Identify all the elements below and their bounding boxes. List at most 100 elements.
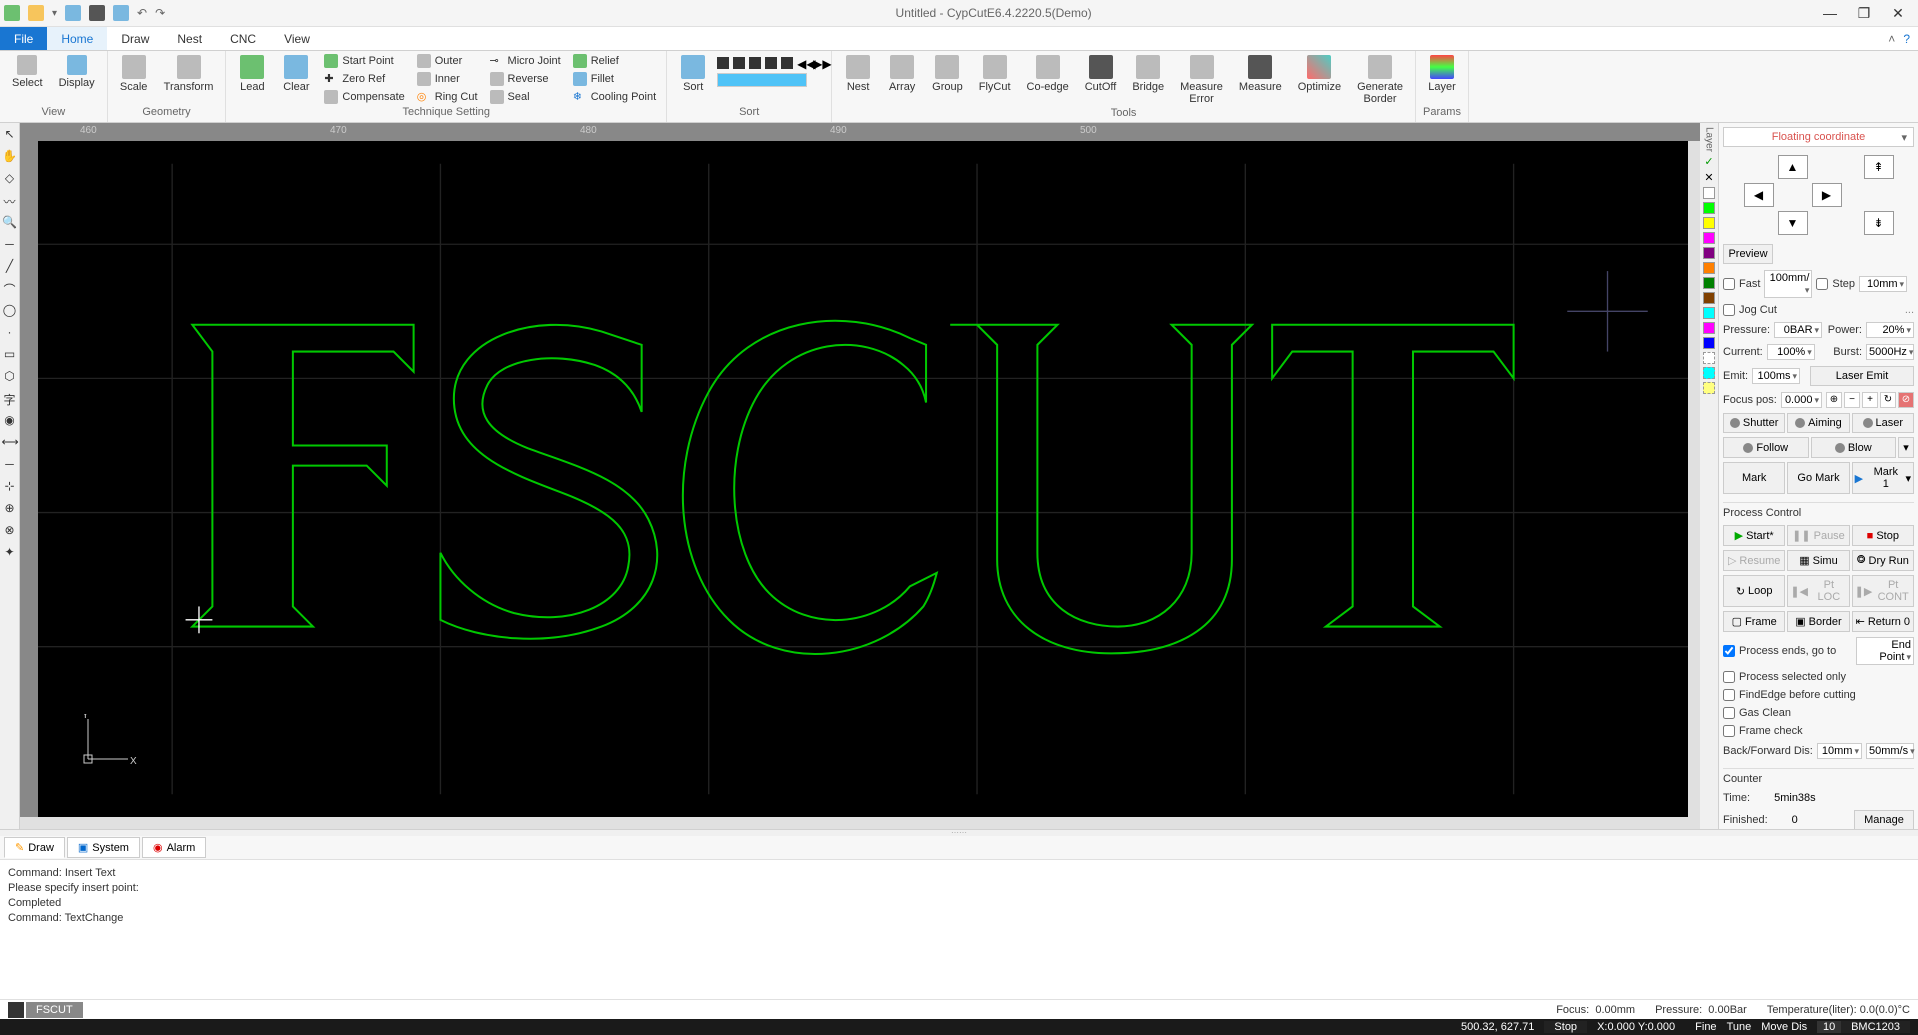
redo-icon[interactable]: ↷	[155, 6, 165, 20]
tab-draw[interactable]: Draw	[107, 27, 163, 50]
move-dis-input[interactable]	[1817, 1021, 1841, 1033]
layer-swatch[interactable]	[1703, 292, 1715, 304]
measure-error-button[interactable]: Measure Error	[1174, 53, 1229, 107]
cooling-point-button[interactable]: ❄Cooling Point	[569, 89, 660, 105]
preview-button[interactable]: Preview	[1723, 244, 1773, 264]
tool-zoom[interactable]: 🔍	[2, 215, 18, 231]
layer-swatch[interactable]	[1703, 262, 1715, 274]
log-tab-system[interactable]: ▣System	[67, 837, 140, 858]
tab-file[interactable]: File	[0, 27, 47, 50]
layer-swatch[interactable]	[1703, 232, 1715, 244]
pt-cont-button[interactable]: ❚▶ Pt CONT	[1852, 575, 1914, 607]
resume-button[interactable]: ▷ Resume	[1723, 550, 1785, 571]
focus-btn-3[interactable]: +	[1862, 392, 1878, 408]
layer-swatch[interactable]	[1703, 382, 1715, 394]
save-icon[interactable]	[89, 5, 105, 21]
cutoff-button[interactable]: CutOff	[1079, 53, 1123, 95]
tool-select[interactable]: ↖	[2, 127, 18, 143]
return0-button[interactable]: ⇤ Return 0	[1852, 611, 1914, 632]
jog-up[interactable]: ▲	[1778, 155, 1808, 179]
shutter-button[interactable]: Shutter	[1723, 413, 1785, 433]
jog-right[interactable]: ▶	[1812, 183, 1842, 207]
tool-snap3[interactable]: ⊗	[2, 523, 18, 539]
generate-border-button[interactable]: Generate Border	[1351, 53, 1409, 107]
bf-speed[interactable]: 50mm/s	[1866, 743, 1914, 759]
find-edge-checkbox[interactable]	[1723, 689, 1735, 701]
follow-button[interactable]: Follow	[1723, 437, 1809, 458]
simu-button[interactable]: ▦ Simu	[1787, 550, 1849, 571]
layer-close-icon[interactable]: ✕	[1704, 171, 1713, 184]
outer-button[interactable]: Outer	[413, 53, 482, 69]
layer-button[interactable]: Layer	[1422, 53, 1462, 95]
scrollbar-vertical[interactable]	[1688, 141, 1700, 817]
focus-value[interactable]: 0.000	[1781, 392, 1822, 408]
current-value[interactable]: 100%	[1767, 344, 1815, 360]
jog-cut-more[interactable]: ...	[1905, 304, 1914, 316]
flycut-button[interactable]: FlyCut	[973, 53, 1017, 95]
power-value[interactable]: 20%	[1866, 322, 1914, 338]
sort-icon-1[interactable]	[717, 57, 729, 69]
coedge-button[interactable]: Co-edge	[1021, 53, 1075, 95]
mark1-dropdown[interactable]: ▶ Mark 1 ▾	[1852, 462, 1914, 494]
step-value[interactable]: 10mm	[1859, 276, 1907, 292]
help-icon[interactable]: ?	[1903, 32, 1910, 46]
frame-button[interactable]: ▢ Frame	[1723, 611, 1785, 632]
frame-check-checkbox[interactable]	[1723, 725, 1735, 737]
tool-snap1[interactable]: ⊹	[2, 479, 18, 495]
floppy-icon[interactable]	[113, 5, 129, 21]
process-ends-checkbox[interactable]	[1723, 645, 1735, 657]
fast-value[interactable]: 100mm/	[1764, 270, 1812, 298]
sort-icon-5[interactable]	[781, 57, 793, 69]
focus-btn-2[interactable]: −	[1844, 392, 1860, 408]
ring-cut-button[interactable]: ◎Ring Cut	[413, 89, 482, 105]
measure-button[interactable]: Measure	[1233, 53, 1288, 95]
inner-button[interactable]: Inner	[413, 71, 482, 87]
layer-swatch[interactable]	[1703, 307, 1715, 319]
laser-button[interactable]: Laser	[1852, 413, 1914, 433]
coord-mode-dropdown[interactable]: Floating coordinate	[1723, 127, 1914, 147]
fast-checkbox[interactable]	[1723, 278, 1735, 290]
tool-point[interactable]: ·	[2, 325, 18, 341]
tab-home[interactable]: Home	[47, 27, 107, 50]
maximize-icon[interactable]: ❐	[1856, 5, 1872, 21]
emit-value[interactable]: 100ms	[1752, 368, 1800, 384]
sort-button[interactable]: Sort	[673, 53, 713, 95]
layer-swatch[interactable]	[1703, 247, 1715, 259]
tool-circle[interactable]: ◯	[2, 303, 18, 319]
nest-button[interactable]: Nest	[838, 53, 878, 95]
scale-button[interactable]: Scale	[114, 53, 154, 95]
tool-measure[interactable]: ⟷	[2, 435, 18, 451]
border-button[interactable]: ▣ Border	[1787, 611, 1849, 632]
dry-run-button[interactable]: ⭗ Dry Run	[1852, 550, 1914, 571]
log-tab-alarm[interactable]: ◉Alarm	[142, 837, 206, 858]
display-button[interactable]: Display	[53, 53, 101, 91]
bridge-button[interactable]: Bridge	[1126, 53, 1170, 95]
log-tab-draw[interactable]: ✎Draw	[4, 837, 65, 858]
pause-button[interactable]: ❚❚ Pause	[1787, 525, 1849, 546]
fine-label[interactable]: Fine	[1685, 1021, 1726, 1033]
tool-arc[interactable]: ⌒	[2, 281, 18, 297]
seal-button[interactable]: Seal	[486, 89, 565, 105]
sort-prev-icon[interactable]: ◀◀	[797, 57, 809, 69]
minimize-icon[interactable]: —	[1822, 5, 1838, 21]
pt-loc-button[interactable]: ❚◀ Pt LOC	[1787, 575, 1849, 607]
blow-dropdown[interactable]: ▾	[1898, 437, 1914, 458]
dropdown-icon[interactable]: ▾	[52, 8, 57, 19]
grid-icon[interactable]	[65, 5, 81, 21]
layer-swatch[interactable]	[1703, 322, 1715, 334]
tool-text[interactable]: 字	[2, 391, 18, 407]
tune-label[interactable]: Tune	[1727, 1021, 1762, 1033]
select-button[interactable]: Select	[6, 53, 49, 91]
pressure-value[interactable]: 0BAR	[1774, 322, 1822, 338]
bf-dist[interactable]: 10mm	[1817, 743, 1862, 759]
tool-pan[interactable]: ✋	[2, 149, 18, 165]
layer-swatch[interactable]	[1703, 367, 1715, 379]
start-point-button[interactable]: Start Point	[320, 53, 408, 69]
mark-button[interactable]: Mark	[1723, 462, 1785, 494]
layer-swatch[interactable]	[1703, 352, 1715, 364]
go-mark-button[interactable]: Go Mark	[1787, 462, 1849, 494]
loop-button[interactable]: ↻ Loop	[1723, 575, 1785, 607]
blow-button[interactable]: Blow	[1811, 437, 1897, 458]
tool-rect[interactable]: ▭	[2, 347, 18, 363]
focus-btn-5[interactable]: ⊘	[1898, 392, 1914, 408]
